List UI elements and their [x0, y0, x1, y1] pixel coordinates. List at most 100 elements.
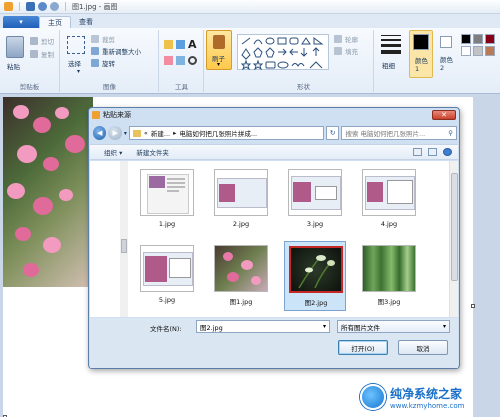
- file-item-selected[interactable]: 图2.jpg: [284, 241, 346, 311]
- file-thumbnail: [289, 246, 343, 293]
- file-name: 1.jpg: [158, 220, 176, 228]
- forward-arrow-icon: ▶: [112, 129, 118, 137]
- paste-label[interactable]: 粘贴: [7, 61, 20, 71]
- file-item[interactable]: 3.jpg: [284, 165, 346, 235]
- color1-label: 颜色 1: [415, 57, 428, 73]
- change-view-icon[interactable]: [413, 148, 422, 156]
- organize-button[interactable]: 组织 ▾: [104, 147, 122, 157]
- outline-icon: [334, 35, 342, 43]
- copy-button[interactable]: 复制: [30, 49, 54, 59]
- file-name: 图1.jpg: [229, 298, 253, 306]
- refresh-button[interactable]: ↻: [325, 126, 340, 140]
- address-bar[interactable]: « 新建... ▸ 电脑如何把几张照片拼成...: [128, 126, 324, 140]
- navigation-pane-scrollbar[interactable]: [120, 161, 128, 317]
- cut-button[interactable]: 剪切: [30, 36, 54, 46]
- filename-dropdown-icon[interactable]: ▾: [323, 323, 326, 330]
- new-folder-button[interactable]: 新建文件夹: [136, 147, 169, 157]
- file-item[interactable]: 2.jpg: [210, 165, 272, 235]
- shapes-group-label: 形状: [297, 83, 310, 91]
- color2-button[interactable]: 颜色 2: [436, 30, 458, 78]
- resize-label: 重新调整大小: [102, 48, 141, 56]
- preview-pane-icon[interactable]: [428, 148, 437, 156]
- text-tool-icon[interactable]: A: [188, 38, 197, 51]
- paste-icon[interactable]: [6, 36, 24, 58]
- breadcrumb-folder[interactable]: 电脑如何把几张照片拼成...: [179, 128, 257, 138]
- eraser-icon[interactable]: [164, 56, 173, 65]
- save-icon[interactable]: [26, 2, 35, 11]
- palette-swatch-white[interactable]: [461, 46, 471, 56]
- search-box[interactable]: 搜索 电脑如何把几张照片... ⚲: [341, 126, 458, 140]
- help-icon[interactable]: [443, 148, 452, 156]
- resize-handle-right[interactable]: [471, 304, 475, 308]
- brushes-button[interactable]: 刷子 ▾: [206, 30, 232, 70]
- paint-menu-button[interactable]: ▾: [3, 16, 39, 28]
- tab-home[interactable]: 主页: [39, 16, 71, 28]
- palette-swatch-gray[interactable]: [473, 34, 483, 44]
- ribbon: 粘贴 剪切 复制 剪贴板 选择 ▾ 裁剪 重新调整大小 旋转 图像 A 工具 刷…: [0, 28, 500, 94]
- redo-icon[interactable]: [50, 2, 59, 11]
- file-thumbnail: [214, 169, 268, 216]
- file-list-scrollbar[interactable]: [449, 161, 458, 317]
- recent-pages-dropdown-icon[interactable]: ▾: [124, 130, 127, 137]
- select-label[interactable]: 选择: [68, 58, 81, 68]
- palette-swatch-brown[interactable]: [485, 46, 495, 56]
- file-item[interactable]: 图1.jpg: [210, 241, 272, 311]
- shapes-gallery[interactable]: [237, 34, 329, 71]
- watermark-logo-icon: [360, 384, 386, 410]
- file-type-select[interactable]: 所有图片文件 ▾: [337, 320, 450, 333]
- file-name: 5.jpg: [158, 296, 176, 304]
- fill-button[interactable]: 填充: [334, 46, 358, 56]
- palette-swatch-black[interactable]: [461, 34, 471, 44]
- dialog-title: 粘贴来源: [103, 111, 131, 119]
- ribbon-tab-row: ▾ 主页 查看: [0, 14, 500, 28]
- color-picker-icon[interactable]: [176, 56, 185, 65]
- magnifier-icon[interactable]: [188, 56, 197, 65]
- filename-input[interactable]: 图2.jpg ▾: [196, 320, 330, 333]
- file-item[interactable]: 1.jpg: [136, 165, 198, 235]
- select-dropdown-icon[interactable]: ▾: [77, 68, 80, 75]
- resize-button[interactable]: 重新调整大小: [91, 46, 141, 56]
- file-thumbnail: [140, 169, 194, 216]
- file-list-scroll-thumb[interactable]: [451, 173, 458, 281]
- color2-label: 颜色 2: [440, 56, 453, 72]
- color1-button[interactable]: 颜色 1: [409, 30, 433, 78]
- color1-swatch: [413, 34, 429, 50]
- address-row: ◀ ▶ ▾ « 新建... ▸ 电脑如何把几张照片拼成... ↻ 搜索 电脑如何…: [93, 125, 458, 141]
- file-name: 4.jpg: [380, 220, 398, 228]
- palette-swatch-lightgray[interactable]: [473, 46, 483, 56]
- pencil-icon[interactable]: [164, 40, 173, 49]
- fill-bucket-icon[interactable]: [176, 40, 185, 49]
- file-item[interactable]: 图3.jpg: [358, 241, 420, 311]
- file-item[interactable]: 4.jpg: [358, 165, 420, 235]
- open-button[interactable]: 打开(O): [338, 340, 388, 355]
- blossom-flower: [33, 117, 51, 133]
- rotate-button[interactable]: 旋转: [91, 58, 115, 68]
- search-icon: ⚲: [448, 129, 454, 137]
- filename-label: 文件名(N):: [150, 325, 182, 333]
- tab-view[interactable]: 查看: [71, 16, 101, 28]
- crop-button[interactable]: 裁剪: [91, 34, 115, 44]
- open-label: 打开(O): [351, 344, 375, 353]
- undo-icon[interactable]: [38, 2, 47, 11]
- breadcrumb-new[interactable]: 新建...: [151, 128, 170, 138]
- blossom-flower: [7, 183, 25, 199]
- cancel-button[interactable]: 取消: [398, 340, 448, 355]
- paint-app-icon[interactable]: [4, 2, 13, 11]
- forward-button[interactable]: ▶: [108, 126, 122, 140]
- close-button[interactable]: ✕: [432, 110, 456, 120]
- address-prefix: «: [143, 129, 148, 137]
- outline-button[interactable]: 轮廓: [334, 34, 358, 44]
- palette-swatch-darkred[interactable]: [485, 34, 495, 44]
- size-button[interactable]: 粗细: [378, 32, 404, 72]
- file-type-dropdown-icon: ▾: [442, 323, 446, 330]
- dialog-paint-icon: [92, 111, 100, 119]
- back-arrow-icon: ◀: [97, 129, 103, 137]
- navigation-pane-scroll-thumb[interactable]: [121, 239, 127, 253]
- blossom-flower: [43, 237, 61, 253]
- select-icon[interactable]: [67, 36, 85, 54]
- file-item[interactable]: 5.jpg: [136, 241, 198, 311]
- back-button[interactable]: ◀: [93, 126, 107, 140]
- orchid-thumbnail-art: [298, 255, 335, 289]
- tools-group-label: 工具: [175, 83, 188, 91]
- size-line-medium: [381, 39, 401, 41]
